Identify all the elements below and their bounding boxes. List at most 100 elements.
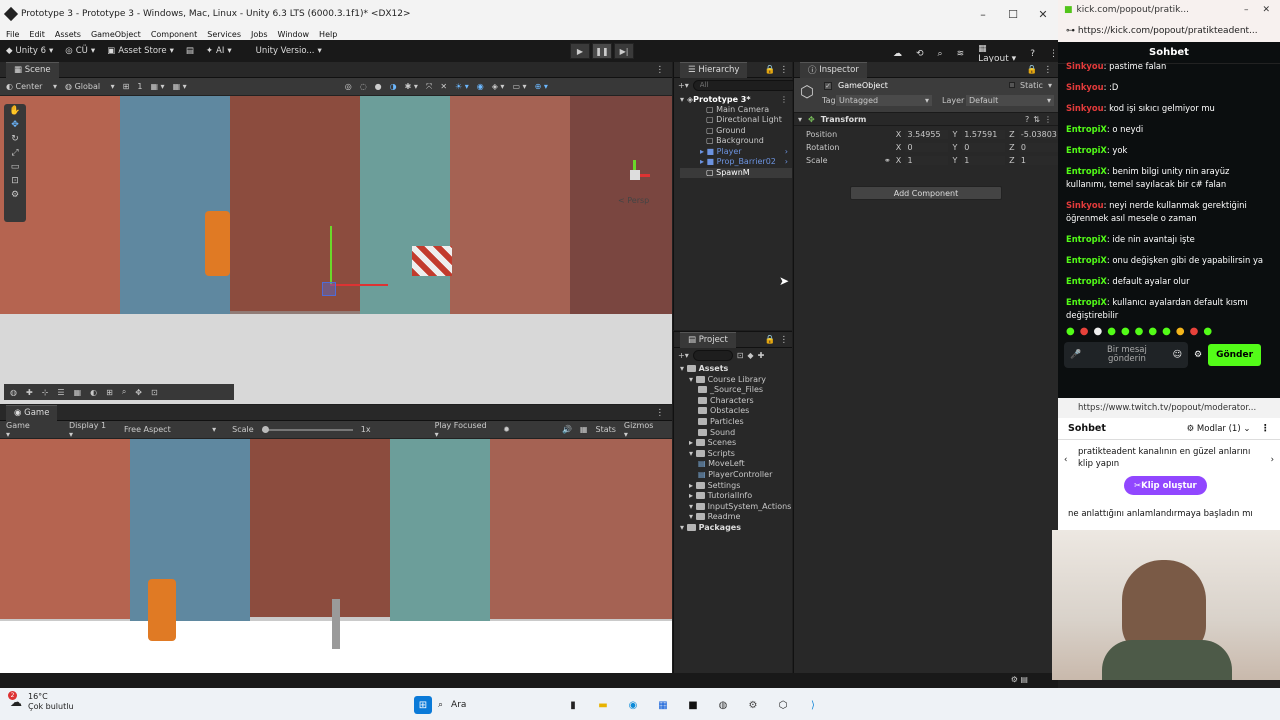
chat-username[interactable]: EntropiX [1066,166,1107,176]
expand-icon[interactable]: ▾ [689,512,696,521]
kick-message-input[interactable]: 🎤 Bir mesaj gönderin ☺ [1064,342,1188,368]
tab-scene[interactable]: ▦ Scene [6,61,59,78]
expand-icon[interactable]: ▾ [689,375,696,384]
chat-username[interactable]: Sinkyou [1066,61,1104,71]
store-icon[interactable]: ▦ [654,696,672,714]
overlay-tool-8-icon[interactable]: ⌕ [122,387,126,397]
gizmos-icon[interactable]: ◈ ▾ [492,82,505,91]
rotation-z-field[interactable]: 0 [1018,143,1058,152]
unity-hub-icon[interactable]: ⬡ [774,696,792,714]
gear-icon[interactable]: ⚙ [1194,350,1202,360]
game-viewport[interactable] [0,439,672,673]
chat-username[interactable]: EntropiX [1066,124,1107,134]
chat-username[interactable]: EntropiX [1066,255,1107,265]
add-component-button[interactable]: Add Component [850,186,1002,200]
overlay-tool-4-icon[interactable]: ☰ [57,388,64,397]
lock-icon[interactable]: 🔒 [1027,65,1038,75]
project-tree-item[interactable]: ▤ MoveLeft [674,459,792,470]
overlay-tool-9-icon[interactable]: ✥ [135,388,142,397]
scale-slider-thumb[interactable] [261,425,269,433]
scene-view-more-icon[interactable]: ⊕ ▾ [535,82,548,91]
emote-icon[interactable]: ● [1080,326,1089,337]
chevron-left-icon[interactable]: ‹ [1064,454,1067,466]
lock-icon[interactable]: 🔒 [765,335,776,345]
scale-slider[interactable] [261,425,353,433]
chevron-right-icon[interactable]: › [785,147,788,156]
grid-toggle-icon[interactable]: ▦ ▾ [150,82,164,91]
project-tree-item[interactable]: ▾ Course Library [674,375,792,386]
menu-window[interactable]: Window [278,30,310,39]
overlay-tool-1-icon[interactable]: ◍ [10,388,17,397]
overlay-tool-2-icon[interactable]: ✚ [26,388,33,397]
more-icon[interactable]: ⋮ [1261,423,1271,434]
play-focused-dropdown[interactable]: Play Focused ▾ [435,421,496,439]
globe-icon[interactable]: ◎ [345,82,352,91]
layer-dropdown[interactable]: Default ▾ [966,95,1054,106]
more-icon[interactable]: ⋮ [656,408,665,418]
grid-settings-icon[interactable]: ▦ ▾ [173,82,187,91]
menu-file[interactable]: File [6,30,19,39]
expand-icon[interactable]: ▸ [689,491,696,500]
package-button[interactable]: ▤ [186,46,194,56]
more-icon[interactable]: ⋮ [780,335,789,345]
twitch-address-bar[interactable]: https://www.twitch.tv/popout/moderator..… [1058,398,1280,418]
hierarchy-item[interactable]: ▢ Main Camera [680,105,792,116]
create-clip-button[interactable]: ✂ Klip oluştur [1124,476,1207,495]
menu-services[interactable]: Services [207,30,241,39]
project-tree-item[interactable]: Obstacles [674,406,792,417]
more-icon[interactable]: ⋮ [1044,115,1052,124]
gizmos-button[interactable]: Gizmos ▾ [624,421,664,439]
tab-hierarchy[interactable]: ☰ Hierarchy [680,61,748,78]
chat-username[interactable]: EntropiX [1066,234,1107,244]
settings-app-icon[interactable]: ⚙ [744,696,762,714]
help-icon[interactable]: ? [1030,49,1035,59]
pause-button[interactable]: ❚❚ [592,43,612,59]
tab-game[interactable]: ◉ Game [6,404,58,421]
version-button[interactable]: Unity Versio... ▾ [256,46,322,56]
rect-tool-icon[interactable]: ▭ [4,160,26,174]
project-tree-item[interactable]: ▸ Scenes [674,438,792,449]
help-icon[interactable]: ? [1025,115,1029,124]
more-icon[interactable]: ⋮ [780,95,788,104]
ai-button[interactable]: ✦ AI ▾ [206,46,232,56]
menu-help[interactable]: Help [319,30,337,39]
start-icon[interactable]: ⊞ [414,696,432,714]
emoji-icon[interactable]: ☺ [1173,350,1182,360]
hierarchy-scene-root[interactable]: ▾ ◈ Prototype 3* ⋮ [680,94,792,105]
kick-send-button[interactable]: Gönder [1208,344,1262,366]
emote-icon[interactable]: ● [1190,326,1199,337]
close-icon[interactable]: ✕ [1262,5,1270,15]
menu-edit[interactable]: Edit [29,30,45,39]
tab-inspector[interactable]: ⓘ Inspector [800,61,867,78]
active-checkbox[interactable]: ✓ [824,82,832,90]
move-tool-icon[interactable]: ✥ [4,118,26,132]
microphone-icon[interactable]: 🎤 [1070,350,1081,360]
position-x-field[interactable]: 3.54955 [905,130,949,139]
chat-username[interactable]: EntropiX [1066,145,1107,155]
expand-icon[interactable]: ▾ [798,115,802,124]
hierarchy-search-input[interactable] [692,79,797,91]
emote-icon[interactable]: ● [1148,326,1157,337]
player-character[interactable] [205,211,230,276]
gizmo-x-axis[interactable] [330,284,388,286]
menu-assets[interactable]: Assets [55,30,81,39]
menu-component[interactable]: Component [151,30,197,39]
chat-username[interactable]: EntropiX [1066,276,1107,286]
shading-solid-icon[interactable]: ● [375,82,382,91]
task-view-icon[interactable]: ▮ [564,696,582,714]
star-icon[interactable]: ✚ [758,351,765,360]
scale-z-field[interactable]: 1 [1018,156,1058,165]
chat-username[interactable]: Sinkyou [1066,82,1104,92]
vscode-icon[interactable]: ⟩ [804,696,822,714]
step-button[interactable]: ▶| [614,43,634,59]
scale-y-field[interactable]: 1 [962,156,1006,165]
rotation-x-field[interactable]: 0 [905,143,949,152]
space-dropdown[interactable]: ◍ Global ▾ [65,82,115,91]
rotate-tool-icon[interactable]: ↻ [4,132,26,146]
asset-store-button[interactable]: ▣ Asset Store ▾ [107,46,174,56]
hierarchy-item[interactable]: ▸ ■ Player › [680,147,792,158]
lock-icon[interactable]: 🔒 [765,65,776,75]
mute-icon[interactable]: 🔊 [562,425,572,434]
chat-username[interactable]: Sinkyou [1066,200,1104,210]
presets-icon[interactable]: ⇅ [1033,115,1040,124]
